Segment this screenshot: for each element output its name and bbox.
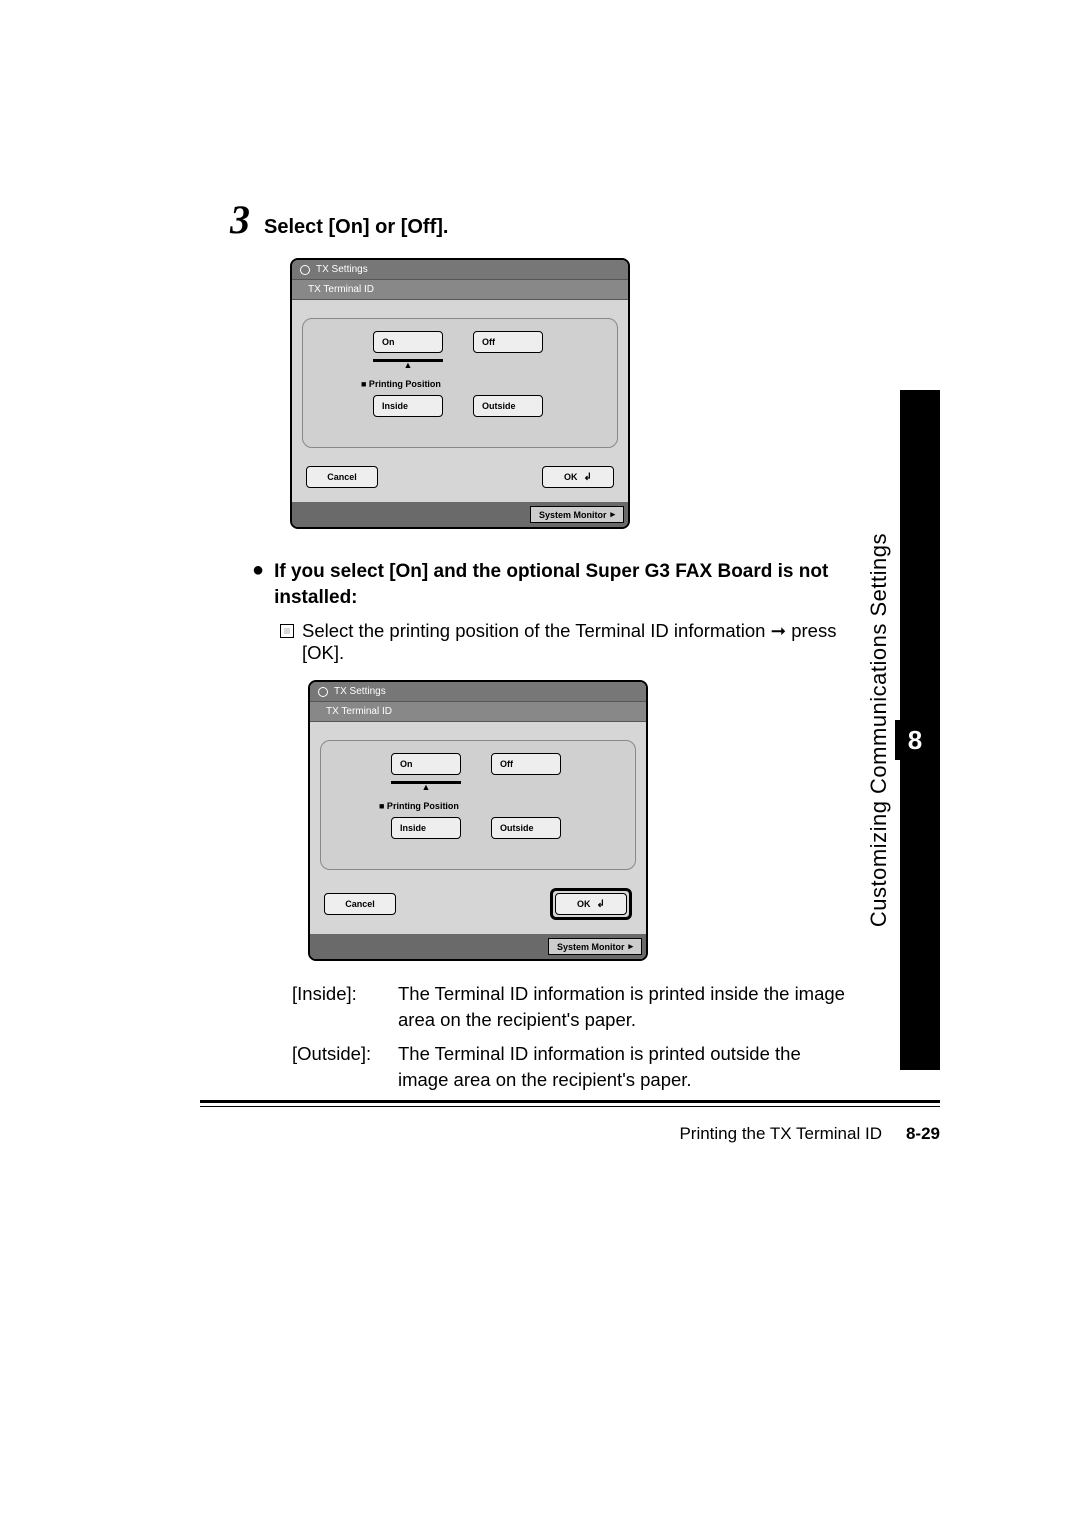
outside-button[interactable]: Outside [473, 395, 543, 417]
screenshot-b-body: On Off ■ Printing Position Inside Outsid… [310, 722, 646, 880]
system-monitor-button[interactable]: System Monitor ▸ [530, 506, 624, 523]
step-number: 3 [230, 200, 250, 240]
condition-sub-row: Select the printing position of the Term… [280, 620, 850, 664]
on-button[interactable]: On [373, 331, 443, 353]
side-tab-text: Customizing Communications Settings [866, 533, 892, 927]
ok-label: OK [577, 899, 591, 909]
printing-position-label: ■ Printing Position [361, 379, 597, 389]
step-heading: 3 Select [On] or [Off]. [230, 200, 850, 240]
screenshot-a-body: On Off ■ Printing Position Inside Outsid… [292, 300, 628, 458]
step-title: Select [On] or [Off]. [264, 216, 448, 239]
screenshot-a-panel: On Off ■ Printing Position Inside Outsid… [302, 318, 618, 448]
chevron-right-icon: ▸ [610, 509, 615, 520]
main-content: 3 Select [On] or [Off]. TX Settings TX T… [230, 200, 850, 1101]
screenshot-b-titlebar: TX Settings [310, 682, 646, 702]
outside-button[interactable]: Outside [491, 817, 561, 839]
def-outside-row: [Outside]: The Terminal ID information i… [292, 1041, 850, 1093]
system-monitor-label: System Monitor [557, 942, 625, 952]
on-button[interactable]: On [391, 753, 461, 775]
chevron-right-icon: ▸ [628, 941, 633, 952]
def-inside-val: The Terminal ID information is printed i… [398, 981, 850, 1033]
enter-icon: ↲ [597, 899, 605, 910]
def-inside-row: [Inside]: The Terminal ID information is… [292, 981, 850, 1033]
screenshot-b-panel: On Off ■ Printing Position Inside Outsid… [320, 740, 636, 870]
gear-icon [318, 687, 328, 697]
condition-subtext: Select the printing position of the Term… [302, 620, 850, 664]
screenshot-b-subtitle: TX Terminal ID [326, 706, 392, 717]
position-row: Inside Outside [373, 395, 597, 417]
checkbox-icon [280, 624, 294, 638]
footer-rule-heavy [200, 1100, 940, 1103]
def-outside-key: [Outside]: [292, 1041, 384, 1093]
ok-button[interactable]: OK ↲ [542, 466, 614, 488]
def-outside-val: The Terminal ID information is printed o… [398, 1041, 850, 1093]
inside-button[interactable]: Inside [373, 395, 443, 417]
screenshot-b-footer: Cancel OK ↲ [310, 880, 646, 934]
cancel-button[interactable]: Cancel [324, 893, 396, 915]
system-monitor-label: System Monitor [539, 510, 607, 520]
inside-button[interactable]: Inside [391, 817, 461, 839]
selected-indicator [391, 781, 461, 787]
footer-page: 8-29 [906, 1124, 940, 1144]
off-button[interactable]: Off [473, 331, 543, 353]
bullet-icon: ● [252, 559, 264, 610]
gear-icon [300, 265, 310, 275]
screenshot-b-title: TX Settings [334, 686, 386, 697]
condition-heading-row: ● If you select [On] and the optional Su… [252, 559, 850, 610]
screenshot-b-subtitlebar: TX Terminal ID [310, 702, 646, 722]
definitions: [Inside]: The Terminal ID information is… [292, 981, 850, 1093]
position-row: Inside Outside [391, 817, 615, 839]
def-inside-key: [Inside]: [292, 981, 384, 1033]
system-monitor-button[interactable]: System Monitor ▸ [548, 938, 642, 955]
condition-heading: If you select [On] and the optional Supe… [274, 559, 850, 610]
screenshot-b-sysbar: System Monitor ▸ [310, 934, 646, 959]
enter-icon: ↲ [584, 472, 592, 483]
screenshot-a-footer: Cancel OK ↲ [292, 458, 628, 502]
page: 3 Select [On] or [Off]. TX Settings TX T… [0, 0, 1080, 1528]
screenshot-a-sysbar: System Monitor ▸ [292, 502, 628, 527]
screenshot-a-titlebar: TX Settings [292, 260, 628, 280]
off-button[interactable]: Off [491, 753, 561, 775]
ok-button[interactable]: OK ↲ [555, 893, 627, 915]
screenshot-a: TX Settings TX Terminal ID On Off ■ Prin… [290, 258, 630, 529]
screenshot-a-title: TX Settings [316, 264, 368, 275]
ok-highlight: OK ↲ [550, 888, 632, 920]
cancel-button[interactable]: Cancel [306, 466, 378, 488]
ok-label: OK [564, 472, 578, 482]
printing-position-label: ■ Printing Position [379, 801, 615, 811]
side-chapter-number: 8 [895, 720, 935, 760]
footer-rule-light [200, 1106, 940, 1107]
footer-title: Printing the TX Terminal ID [679, 1124, 882, 1144]
footer: Printing the TX Terminal ID 8-29 [200, 1124, 940, 1144]
on-off-row: On Off [373, 331, 597, 353]
screenshot-b: TX Settings TX Terminal ID On Off ■ Prin… [308, 680, 648, 961]
selected-indicator [373, 359, 443, 365]
on-off-row: On Off [391, 753, 615, 775]
screenshot-a-subtitle: TX Terminal ID [308, 284, 374, 295]
screenshot-a-subtitlebar: TX Terminal ID [292, 280, 628, 300]
